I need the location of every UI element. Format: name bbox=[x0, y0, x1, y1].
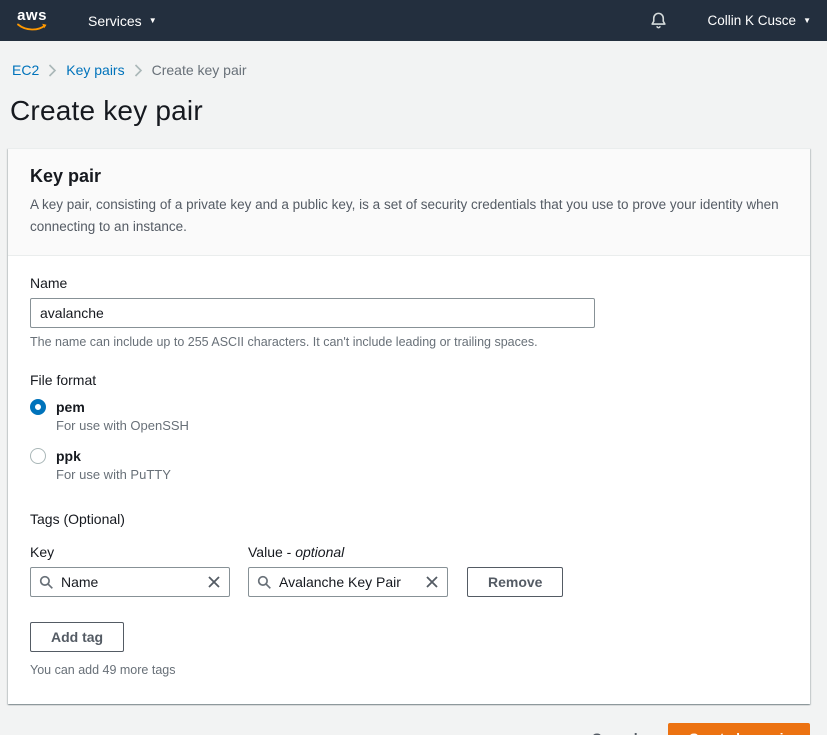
close-icon bbox=[207, 575, 221, 589]
tags-remaining-text: You can add 49 more tags bbox=[30, 663, 788, 677]
search-icon bbox=[257, 575, 272, 590]
aws-logo-smile-icon bbox=[16, 23, 48, 32]
notifications-bell-button[interactable] bbox=[649, 11, 668, 30]
breadcrumb: EC2 Key pairs Create key pair bbox=[0, 41, 827, 78]
key-pair-panel: Key pair A key pair, consisting of a pri… bbox=[8, 148, 810, 704]
chevron-right-icon bbox=[134, 64, 143, 77]
radio-description-ppk: For use with PuTTY bbox=[56, 467, 788, 482]
services-menu-label: Services bbox=[88, 13, 142, 29]
file-format-option-pem[interactable]: pem For use with OpenSSH bbox=[30, 399, 788, 433]
tag-value-column-header: Value - optional bbox=[248, 544, 344, 560]
panel-description: A key pair, consisting of a private key … bbox=[30, 194, 788, 237]
remove-tag-button[interactable]: Remove bbox=[467, 567, 563, 597]
username-label: Collin K Cusce bbox=[708, 13, 797, 28]
tag-value-input[interactable]: Avalanche Key Pair bbox=[248, 567, 448, 597]
radio-button-pem[interactable] bbox=[30, 399, 46, 415]
panel-body: Name The name can include up to 255 ASCI… bbox=[8, 256, 810, 704]
topnav-right-group: Collin K Cusce ▼ bbox=[649, 11, 811, 30]
tag-value-value: Avalanche Key Pair bbox=[279, 574, 418, 590]
radio-label-pem: pem bbox=[56, 399, 85, 415]
radio-description-pem: For use with OpenSSH bbox=[56, 418, 788, 433]
file-format-option-ppk[interactable]: ppk For use with PuTTY bbox=[30, 448, 788, 482]
radio-label-ppk: ppk bbox=[56, 448, 81, 464]
tags-section-label: Tags (Optional) bbox=[30, 511, 788, 527]
aws-logo[interactable]: aws bbox=[14, 9, 50, 32]
file-format-label: File format bbox=[30, 372, 788, 388]
add-tag-button[interactable]: Add tag bbox=[30, 622, 124, 652]
tag-key-value: Name bbox=[61, 574, 200, 590]
caret-down-icon: ▼ bbox=[149, 17, 157, 25]
clear-tag-key-button[interactable] bbox=[207, 575, 221, 589]
breadcrumb-current-page: Create key pair bbox=[152, 62, 247, 78]
form-actions: Cancel Create key pair bbox=[17, 704, 810, 735]
aws-logo-text: aws bbox=[17, 9, 47, 23]
top-navigation-bar: aws Services ▼ Collin K Cusce ▼ bbox=[0, 0, 827, 41]
name-field-group: Name The name can include up to 255 ASCI… bbox=[30, 275, 788, 349]
tag-row: Name Avalanche Key Pair bbox=[30, 567, 788, 597]
clear-tag-value-button[interactable] bbox=[425, 575, 439, 589]
search-icon bbox=[39, 575, 54, 590]
panel-header: Key pair A key pair, consisting of a pri… bbox=[8, 149, 810, 256]
panel-title: Key pair bbox=[30, 166, 788, 187]
bell-icon bbox=[649, 11, 668, 30]
create-key-pair-button[interactable]: Create key pair bbox=[668, 723, 810, 735]
breadcrumb-link-key-pairs[interactable]: Key pairs bbox=[66, 62, 124, 78]
name-field-help-text: The name can include up to 255 ASCII cha… bbox=[30, 335, 788, 349]
tag-key-input[interactable]: Name bbox=[30, 567, 230, 597]
chevron-right-icon bbox=[48, 64, 57, 77]
radio-button-ppk[interactable] bbox=[30, 448, 46, 464]
tag-column-headers: Key Value - optional bbox=[30, 544, 788, 560]
user-account-menu[interactable]: Collin K Cusce ▼ bbox=[708, 13, 811, 28]
name-field-label: Name bbox=[30, 275, 788, 291]
key-pair-name-input[interactable] bbox=[30, 298, 595, 328]
caret-down-icon: ▼ bbox=[803, 17, 811, 25]
services-menu[interactable]: Services ▼ bbox=[88, 13, 157, 29]
breadcrumb-link-ec2[interactable]: EC2 bbox=[12, 62, 39, 78]
cancel-button[interactable]: Cancel bbox=[592, 730, 638, 735]
tag-value-optional-label: optional bbox=[295, 544, 344, 560]
close-icon bbox=[425, 575, 439, 589]
tag-key-column-header: Key bbox=[30, 544, 248, 560]
page-title: Create key pair bbox=[10, 95, 827, 127]
file-format-group: File format pem For use with OpenSSH ppk… bbox=[30, 372, 788, 482]
tags-section: Tags (Optional) Key Value - optional Nam… bbox=[30, 511, 788, 677]
